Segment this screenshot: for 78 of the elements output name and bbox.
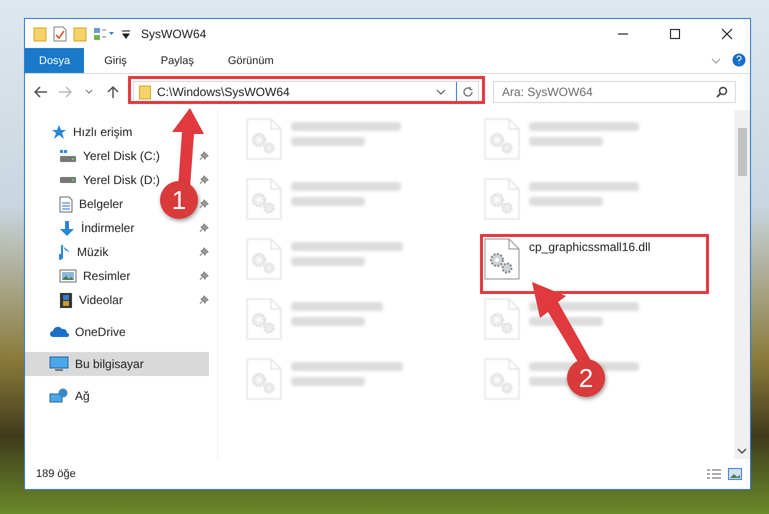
close-icon xyxy=(721,28,733,40)
gear-file-icon xyxy=(484,178,520,220)
sidebar-item[interactable]: Videolar xyxy=(25,288,127,312)
gear-file-icon xyxy=(484,238,520,280)
forward-arrow-icon xyxy=(58,86,72,98)
sidebar-item[interactable]: Hızlı erişim xyxy=(25,120,136,144)
sidebar-label: Müzik xyxy=(77,245,108,259)
sidebar-label: OneDrive xyxy=(75,325,126,339)
cloud-icon xyxy=(49,326,69,338)
ribbon-tab[interactable]: Giriş xyxy=(90,48,141,73)
ribbon-tab[interactable]: Paylaş xyxy=(146,48,208,73)
sidebar-item[interactable]: İndirmeler xyxy=(25,216,138,240)
sidebar-label: İndirmeler xyxy=(81,221,134,235)
properties-icon[interactable] xyxy=(53,26,67,42)
back-arrow-icon xyxy=(34,86,48,98)
ribbon-tab[interactable]: Dosya xyxy=(25,48,84,73)
large-icons-view-icon[interactable] xyxy=(728,468,742,480)
sidebar-item[interactable]: Bu bilgisayar xyxy=(25,352,209,376)
chevron-down-icon xyxy=(85,89,93,95)
gear-file-icon xyxy=(484,118,520,160)
pin-icon[interactable] xyxy=(199,271,209,281)
folder-icon xyxy=(139,84,151,100)
sidebar-label: Yerel Disk (C:) xyxy=(83,149,160,163)
sidebar-item[interactable]: Ağ xyxy=(25,384,94,408)
view-icon[interactable] xyxy=(93,26,115,40)
up-arrow-icon xyxy=(107,85,119,99)
sidebar-label: Videolar xyxy=(79,293,123,307)
new-folder-icon[interactable] xyxy=(73,26,87,42)
gear-file-icon xyxy=(246,358,282,400)
file-name[interactable]: cp_graphicssmall16.dll xyxy=(529,240,650,254)
details-view-icon[interactable] xyxy=(706,468,722,480)
sidebar-item[interactable]: Resimler xyxy=(25,264,134,288)
network-icon xyxy=(49,388,69,404)
sidebar-label: Yerel Disk (D:) xyxy=(83,173,160,187)
sidebar-item[interactable]: Belgeler xyxy=(25,192,128,216)
search-field[interactable]: Ara: SysWOW64 xyxy=(493,81,736,103)
sidebar-label: Belgeler xyxy=(79,197,124,211)
sidebar-item[interactable]: Müzik xyxy=(25,240,112,264)
sidebar-label: Bu bilgisayar xyxy=(75,357,144,371)
sidebar-label: Hızlı erişim xyxy=(73,125,132,139)
gear-file-icon xyxy=(246,238,282,280)
sidebar-label: Resimler xyxy=(83,269,130,283)
dropdown-icon[interactable] xyxy=(121,28,131,38)
picture-icon xyxy=(59,269,77,283)
window-title: SysWOW64 xyxy=(141,26,206,40)
scrollbar-thumb[interactable] xyxy=(738,128,746,176)
search-icon[interactable] xyxy=(716,86,728,98)
item-count: 189 öğe xyxy=(36,468,76,480)
gear-file-icon xyxy=(246,298,282,340)
film-icon xyxy=(59,292,73,308)
gear-file-icon xyxy=(484,358,520,400)
scroll-down-icon[interactable] xyxy=(737,447,747,455)
pin-icon[interactable] xyxy=(199,199,209,209)
pin-icon[interactable] xyxy=(199,151,209,161)
sidebar-item[interactable]: Yerel Disk (C:) xyxy=(25,144,164,168)
pin-icon[interactable] xyxy=(199,247,209,257)
sidebar-item[interactable]: OneDrive xyxy=(25,320,130,344)
download-arrow-icon xyxy=(59,220,75,236)
address-bar[interactable]: C:\Windows\SysWOW64 xyxy=(133,81,479,103)
pin-icon[interactable] xyxy=(199,175,209,185)
chevron-down-icon[interactable] xyxy=(436,89,446,95)
music-note-icon xyxy=(59,244,71,260)
maximize-icon xyxy=(669,28,681,40)
computer-icon xyxy=(49,356,69,372)
folder-icon xyxy=(33,26,47,42)
sidebar-label: Ağ xyxy=(75,389,90,403)
gear-file-icon xyxy=(484,298,520,340)
pin-icon[interactable] xyxy=(199,295,209,305)
gear-file-icon xyxy=(246,118,282,160)
document-icon xyxy=(59,196,73,212)
gear-file-icon xyxy=(246,178,282,220)
drive-icon xyxy=(59,176,77,184)
address-text: C:\Windows\SysWOW64 xyxy=(157,85,290,99)
scrollbar[interactable] xyxy=(734,110,750,459)
drive-icon xyxy=(59,149,77,163)
ribbon-tab[interactable]: Görünüm xyxy=(214,48,288,73)
refresh-icon xyxy=(462,86,474,98)
pin-icon[interactable] xyxy=(199,223,209,233)
